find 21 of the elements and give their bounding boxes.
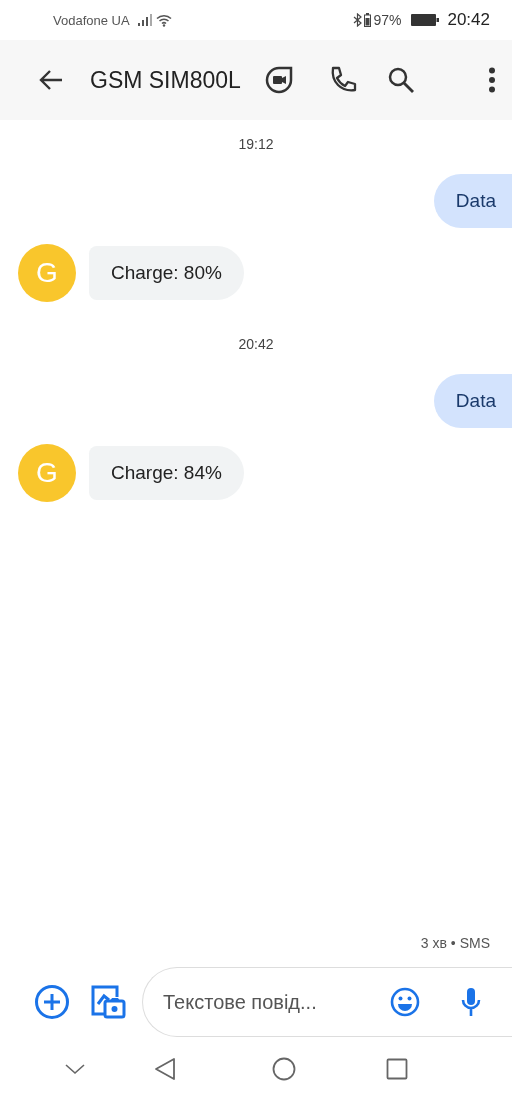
contact-avatar: G: [18, 244, 76, 302]
wifi-icon: [155, 13, 172, 27]
more-vertical-icon: [488, 67, 496, 93]
message-timestamp: 19:12: [238, 136, 274, 152]
conversation-title: GSM SIM800L: [90, 66, 241, 94]
received-message: Charge: 84%: [89, 446, 244, 500]
message-input-field[interactable]: Текстове повід...: [163, 990, 374, 1014]
battery-small-icon: [364, 13, 372, 27]
bluetooth-icon: [353, 13, 363, 27]
clock-time: 20:42: [447, 10, 490, 30]
battery-icon: [411, 14, 440, 26]
carrier-name: Vodafone UA: [53, 12, 130, 28]
contact-avatar: G: [18, 444, 76, 502]
sent-message: Data: [433, 174, 512, 228]
signal-icon: [137, 14, 152, 26]
battery-percent: 97%: [373, 12, 402, 28]
sent-message: Data: [433, 374, 512, 428]
received-message: Charge: 80%: [89, 246, 244, 300]
delivery-info: 3 хв • SMS: [420, 935, 490, 951]
chevron-down-icon: [64, 1063, 86, 1075]
message-timestamp: 20:42: [238, 336, 274, 352]
